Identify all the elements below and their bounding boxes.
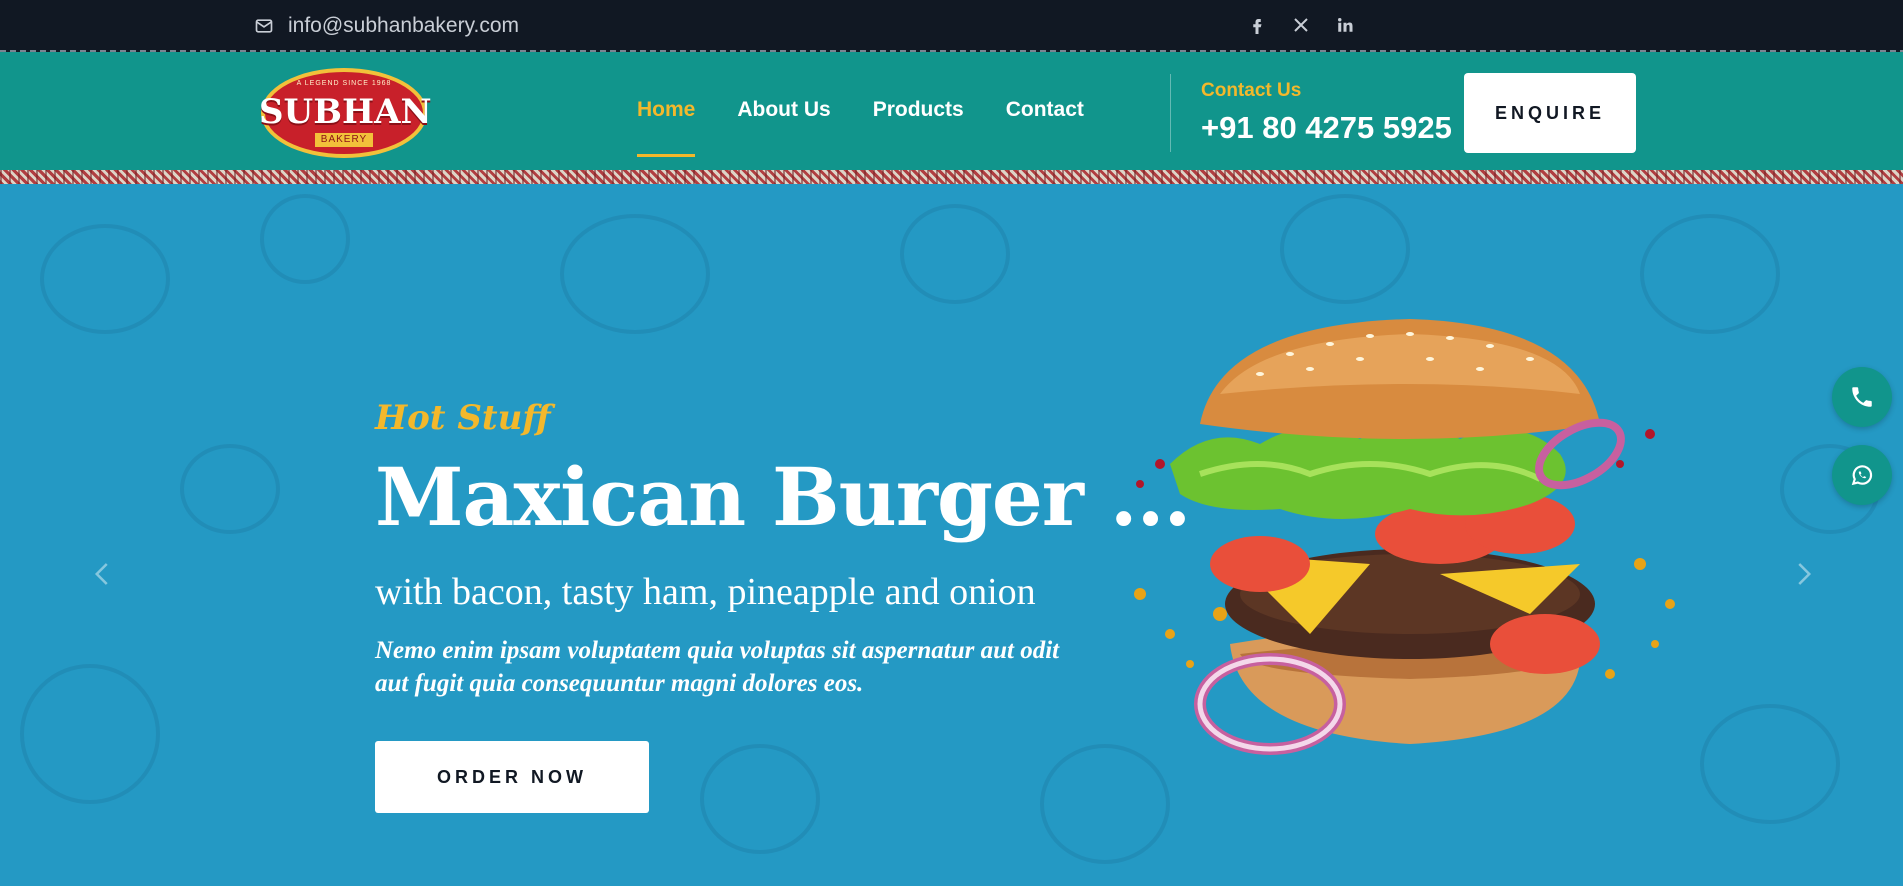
burger-image (1134, 319, 1675, 755)
nav-item-home[interactable]: Home (637, 98, 696, 157)
linkedin-icon[interactable] (1336, 14, 1354, 36)
next-slide-arrow[interactable] (1788, 559, 1818, 589)
facebook-icon[interactable] (1248, 14, 1266, 36)
hero-description: Nemo enim ipsam voluptatem quia voluptas… (375, 637, 1060, 697)
brand-logo[interactable]: A LEGEND SINCE 1968 SUBHAN BAKERY (259, 64, 432, 160)
envelope-icon (255, 19, 273, 33)
phone-icon (1852, 387, 1872, 407)
background-doodle (560, 214, 710, 334)
logo-tagline: A LEGEND SINCE 1968 (296, 80, 392, 87)
logo-name: SUBHAN (259, 92, 432, 132)
floating-whatsapp-button[interactable] (1832, 445, 1892, 505)
social-links (1248, 14, 1354, 36)
hero-kicker: Hot Stuff (375, 398, 551, 438)
email-text: info@subhanbakery.com (288, 14, 520, 37)
background-doodle (260, 194, 350, 284)
background-doodle (900, 204, 1010, 304)
background-doodle (180, 444, 280, 534)
background-doodle (40, 224, 170, 334)
chevron-right-icon (1798, 563, 1812, 585)
x-icon[interactable] (1292, 14, 1310, 36)
order-now-button[interactable]: ORDER NOW (375, 741, 649, 813)
nav-item-products[interactable]: Products (873, 98, 964, 122)
chevron-left-icon (94, 563, 108, 585)
background-doodle (700, 744, 820, 854)
whatsapp-icon (1851, 465, 1873, 486)
main-nav: Home About Us Products Contact (637, 98, 1084, 157)
hero-subtitle: with bacon, tasty ham, pineapple and oni… (375, 571, 1036, 613)
header-divider (1170, 74, 1171, 152)
hero-slider: Hot Stuff Maxican Burger ... with bacon,… (0, 184, 1903, 886)
enquire-button[interactable]: ENQUIRE (1464, 73, 1636, 153)
floating-phone-button[interactable] (1832, 367, 1892, 427)
nav-item-about-us[interactable]: About Us (737, 98, 830, 122)
background-doodle (1700, 704, 1840, 824)
contact-phone[interactable]: +91 80 4275 5925 (1201, 110, 1452, 146)
nav-item-contact[interactable]: Contact (1006, 98, 1084, 122)
top-bar: info@subhanbakery.com (0, 0, 1903, 52)
top-email[interactable]: info@subhanbakery.com (254, 14, 519, 38)
background-doodle (20, 664, 160, 804)
hero-title: Maxican Burger ... (375, 450, 1191, 544)
background-doodle (1280, 194, 1410, 304)
logo-sub: BAKERY (315, 133, 373, 147)
decorative-border (0, 170, 1903, 184)
contact-label: Contact Us (1201, 80, 1302, 101)
prev-slide-arrow[interactable] (88, 559, 118, 589)
